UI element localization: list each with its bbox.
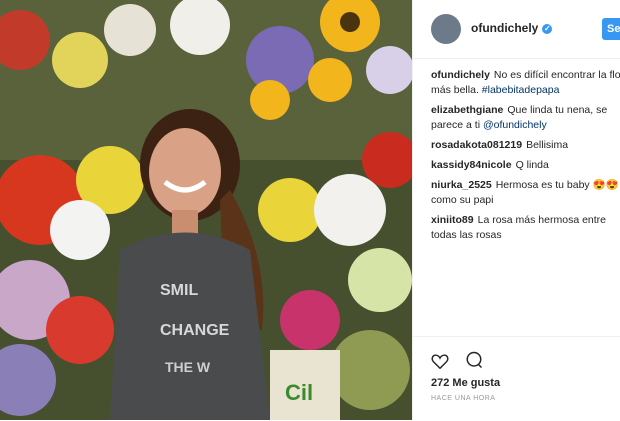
comment-item: kassidy84nicole Q linda [431,158,620,173]
caption: ofundichely No es difícil encontrar la fl… [431,68,620,98]
post-author[interactable]: ofundichely ✓ [471,21,553,35]
comments-list: ofundichely No es difícil encontrar la fl… [431,68,620,248]
comment-author[interactable]: elizabethgiane [431,104,503,116]
heart-icon[interactable] [431,353,449,374]
comment-mention[interactable]: @ofundichely [483,119,547,131]
bucket-label: Cil [285,380,313,405]
comment-text: Q linda [515,159,549,171]
shirt-text-1: SMIL [160,282,198,299]
follow-button[interactable]: Se [602,18,620,40]
like-count[interactable]: 272 Me gusta [431,377,500,389]
comment-icon[interactable] [465,351,483,374]
comment-text: Bellisima [526,139,569,151]
comment-author[interactable]: xiniito89 [431,214,474,226]
comment-item: rosadakota081219 Bellisima [431,138,620,153]
comment-author[interactable]: niurka_2525 [431,179,492,191]
comment-author[interactable]: rosadakota081219 [431,139,522,151]
post-timestamp: HACE UNA HORA [431,395,496,402]
post-photo[interactable]: Cil SMIL CHANGE THE W [0,0,412,420]
comment-item: elizabethgiane Que linda tu nena, se pare… [431,103,620,133]
post-actions: 272 Me gusta HACE UNA HORA [413,336,620,421]
comment-author[interactable]: kassidy84nicole [431,159,512,171]
comment-item: niurka_2525 Hermosa es tu baby 😍😍 como su… [431,178,620,208]
caption-hashtag[interactable]: #labebitadepapa [482,84,560,96]
comment-item: xiniito89 La rosa más hermosa entre todas… [431,213,620,243]
action-icons [431,351,495,374]
post-author-name[interactable]: ofundichely [471,21,538,35]
post-header: ofundichely ✓ Se [413,0,620,59]
avatar[interactable] [431,14,461,44]
verified-badge-icon: ✓ [542,24,553,34]
shirt-text-3: THE W [165,359,211,375]
shirt-text-2: CHANGE [160,322,230,339]
caption-author[interactable]: ofundichely [431,69,490,81]
post-side-panel: ofundichely ✓ Se ofundichely No es difícil… [412,0,620,420]
